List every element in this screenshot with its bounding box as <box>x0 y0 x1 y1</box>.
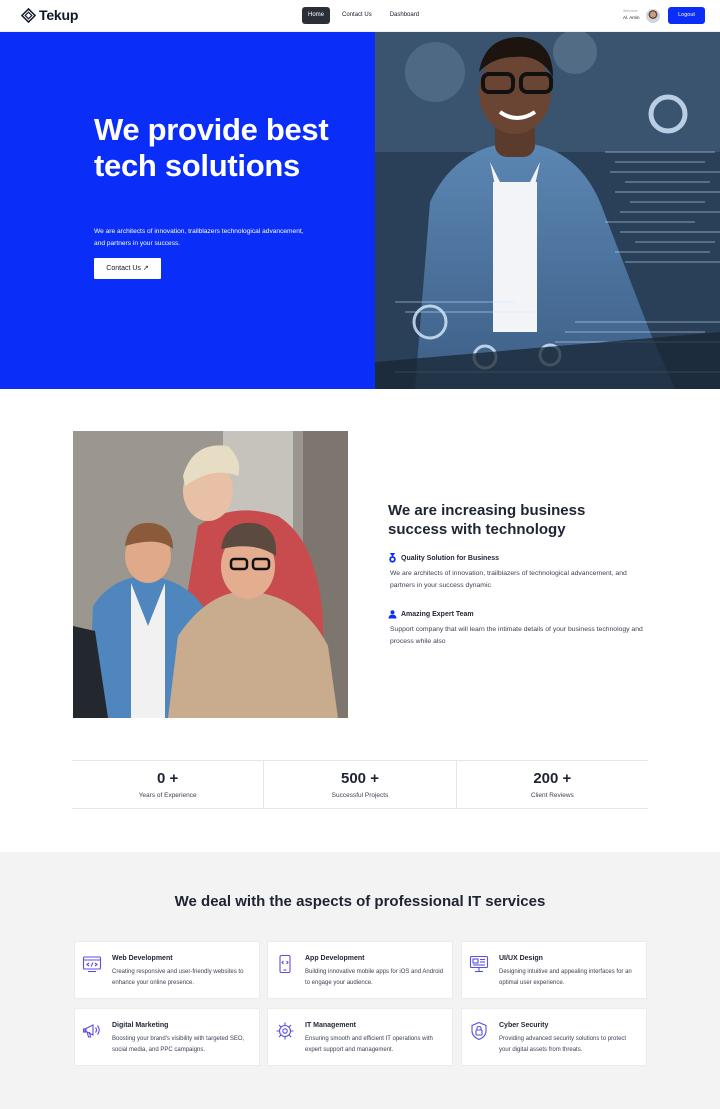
top-navbar: Tekup Home Contact Us Dashboard Welcome … <box>0 0 720 32</box>
about-team-photo <box>73 431 348 718</box>
logo-cube-icon <box>21 7 36 23</box>
services-section: We deal with the aspects of professional… <box>0 852 720 1109</box>
stat-projects-label: Successful Projects <box>331 792 389 799</box>
hero-contact-button[interactable]: Contact Us ↗ <box>94 258 161 279</box>
web-development-icon <box>82 956 102 973</box>
team-photo-illustration <box>73 431 348 718</box>
app-development-desc: Building innovative mobile apps for iOS … <box>305 969 444 986</box>
stat-reviews-label: Client Reviews <box>530 792 574 799</box>
brand-name: Tekup <box>39 7 79 23</box>
feature-quality-solution: Quality Solution for Business We are arc… <box>388 552 648 592</box>
feature-expert-team: Amazing Expert Team Support company that… <box>388 608 648 648</box>
nav-dashboard[interactable]: Dashboard <box>384 7 425 24</box>
digital-marketing-title: Digital Marketing <box>112 1022 169 1029</box>
nav-contact-us[interactable]: Contact Us <box>336 7 378 24</box>
cyber-security-icon <box>471 1021 487 1041</box>
cyber-security-title: Cyber Security <box>499 1022 549 1029</box>
service-card-cyber-security[interactable]: Cyber Security Providing advanced securi… <box>461 1008 647 1066</box>
medal-icon <box>389 553 396 563</box>
digital-marketing-desc: Boosting your brand's visibility with ta… <box>112 1036 245 1053</box>
logout-button[interactable]: Logout <box>668 7 705 24</box>
service-card-ui-ux-design[interactable]: UI/UX Design Designing intuitive and app… <box>461 941 647 999</box>
app-development-title: App Development <box>305 955 365 962</box>
ui-ux-design-title: UI/UX Design <box>499 955 543 962</box>
stat-projects: 500 + Successful Projects <box>264 761 457 808</box>
it-management-desc: Ensuring smooth and efficient IT operati… <box>305 1036 433 1053</box>
design-icon <box>469 955 489 973</box>
team-icon <box>388 610 397 619</box>
about-title: We are increasing business success with … <box>388 502 586 538</box>
stat-reviews: 200 + Client Reviews <box>457 761 648 808</box>
feature-team-text: Support company that will learn the inti… <box>390 626 643 645</box>
hero-photo-developer <box>375 32 720 389</box>
web-development-desc: Creating responsive and user-friendly we… <box>112 969 244 986</box>
main-nav: Home Contact Us Dashboard <box>302 7 425 24</box>
feature-quality-text: We are architects of innovation, trailbl… <box>390 570 627 589</box>
nav-home[interactable]: Home <box>302 7 331 24</box>
services-title: We deal with the aspects of professional… <box>174 893 546 910</box>
user-info: Welcome Al. Amin <box>623 9 640 21</box>
user-avatar[interactable] <box>646 9 660 23</box>
it-management-title: IT Management <box>305 1022 356 1029</box>
stat-years-value: 0 + <box>157 770 179 787</box>
feature-team-head: Amazing Expert Team <box>388 608 648 620</box>
service-card-web-development[interactable]: Web Development Creating responsive and … <box>74 941 260 999</box>
service-card-app-development[interactable]: App Development Building innovative mobi… <box>267 941 453 999</box>
hero-section: We provide best tech solutions We are ar… <box>0 32 720 389</box>
feature-team-title: Amazing Expert Team <box>401 610 474 618</box>
it-management-icon <box>276 1022 294 1040</box>
hero-subtitle: We are architects of innovation, trailbl… <box>94 228 304 247</box>
web-development-title: Web Development <box>112 955 173 962</box>
brand-logo[interactable]: Tekup <box>21 7 78 23</box>
hero-title: We provide best tech solutions <box>94 112 329 183</box>
hero-photo-illustration <box>375 32 720 389</box>
feature-quality-title: Quality Solution for Business <box>401 554 500 562</box>
ui-ux-design-desc: Designing intuitive and appealing interf… <box>499 969 632 986</box>
user-name: Al. Amin <box>623 15 640 20</box>
cyber-security-desc: Providing advanced security solutions to… <box>499 1036 627 1053</box>
hero-panel: We provide best tech solutions We are ar… <box>0 32 375 389</box>
feature-quality-head: Quality Solution for Business <box>388 552 648 564</box>
stat-reviews-value: 200 + <box>533 770 572 787</box>
stats-bar: 0 + Years of Experience 500 + Successful… <box>72 760 648 809</box>
service-card-digital-marketing[interactable]: Digital Marketing Boosting your brand's … <box>74 1008 260 1066</box>
marketing-icon <box>82 1024 100 1038</box>
stat-years: 0 + Years of Experience <box>72 761 265 808</box>
app-development-icon <box>279 954 291 974</box>
stat-years-label: Years of Experience <box>138 792 197 799</box>
stat-projects-value: 500 + <box>341 770 379 787</box>
service-card-it-management[interactable]: IT Management Ensuring smooth and effici… <box>267 1008 453 1066</box>
